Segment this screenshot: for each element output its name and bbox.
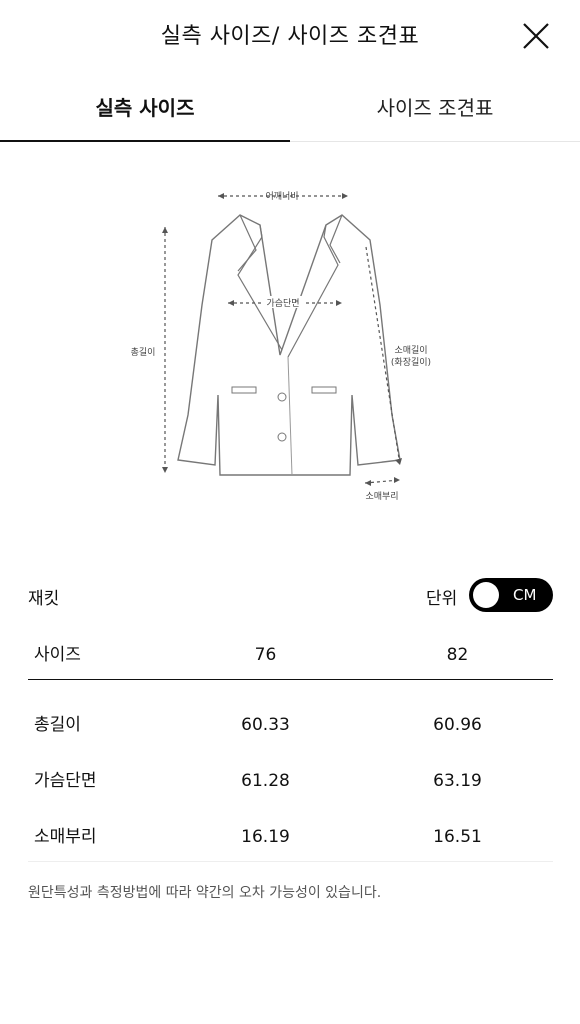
table-row-label: 가슴단면 [34,771,97,791]
table-cell: 60.33 [241,715,290,735]
measurement-note: 원단특성과 측정방법에 따라 약간의 오차 가능성이 있습니다. [28,885,382,901]
table-cell: 60.96 [433,715,482,735]
jacket-measurement-diagram: 어깨너비 가슴단면 총길이 소매길이 (화장길이) 소매부리 [131,190,432,502]
table-header-row: 사이즈 76 82 [28,630,553,680]
tab-measured-size[interactable]: 실측 사이즈 [0,80,290,142]
table-spacer [28,680,553,694]
product-name: 재킷 [28,589,60,609]
header: 실측 사이즈/ 사이즈 조견표 [0,0,580,70]
table-row-label: 총길이 [34,715,81,735]
table-cell: 16.19 [241,827,290,847]
size-table: 사이즈 76 82 총길이 60.33 60.96 가슴단면 61.28 63.… [28,630,553,862]
table-cell: 61.28 [241,771,290,791]
cuff-label: 소매부리 [365,491,398,502]
table-row: 총길이 60.33 60.96 [28,694,553,750]
chest-width-label: 가슴단면 [266,298,299,309]
table-header-cell: 82 [446,645,469,665]
unit-value: CM [513,586,537,604]
tab-bar: 실측 사이즈 사이즈 조견표 [0,80,580,142]
close-button[interactable] [520,20,552,52]
total-length-label: 총길이 [131,347,156,358]
toggle-knob [473,582,499,608]
unit-label: 단위 [426,589,458,609]
table-row-label: 소매부리 [34,827,97,847]
table-header-cell: 사이즈 [34,645,81,665]
sleeve-length-label: 소매길이 [394,345,427,356]
tab-size-chart[interactable]: 사이즈 조견표 [290,80,580,142]
jacket-pocket-left [231,386,257,394]
sleeve-length-sublabel: (화장길이) [391,357,431,368]
jacket-button [277,432,287,442]
table-cell: 16.51 [433,827,482,847]
product-row: 재킷 단위 CM [28,578,553,614]
shoulder-width-label: 어깨너비 [265,190,298,202]
table-row: 소매부리 16.19 16.51 [28,806,553,862]
table-header-cell: 76 [254,645,277,665]
table-cell: 63.19 [433,771,482,791]
close-icon [523,23,549,49]
jacket-front-edge [287,356,293,476]
table-row: 가슴단면 61.28 63.19 [28,750,553,806]
unit-toggle[interactable]: CM [469,578,553,612]
jacket-button [277,392,287,402]
jacket-pocket-right [311,386,337,394]
jacket-lapel-left [237,224,283,351]
page-title: 실측 사이즈/ 사이즈 조견표 [160,24,420,49]
